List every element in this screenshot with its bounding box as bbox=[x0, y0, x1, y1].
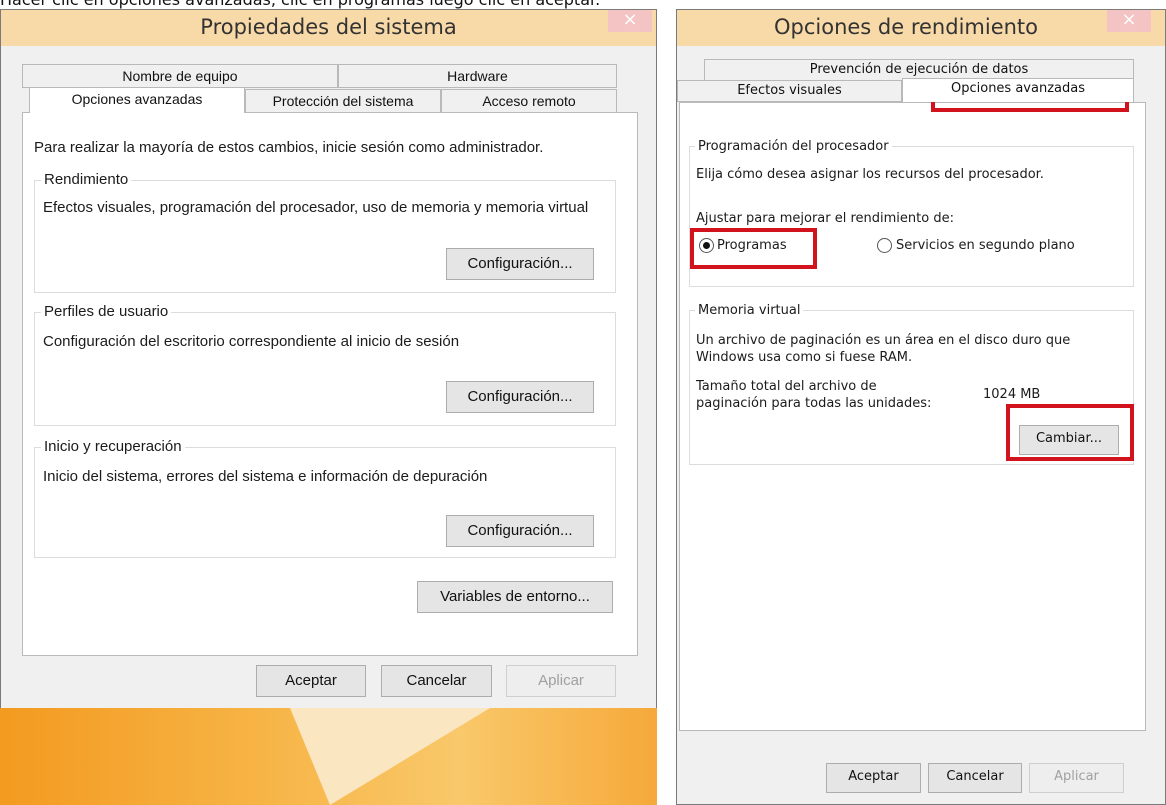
startup-recovery-group: Inicio y recuperación Inicio del sistema… bbox=[34, 438, 616, 558]
performance-settings-button[interactable]: Configuración... bbox=[446, 248, 594, 280]
performance-window-title: Opciones de rendimiento bbox=[773, 15, 1039, 39]
user-profiles-settings-button[interactable]: Configuración... bbox=[446, 381, 594, 413]
page-file-total-value: 1024 MB bbox=[983, 387, 1041, 402]
title-bar-performance[interactable]: Opciones de rendimiento × bbox=[677, 10, 1165, 46]
processor-scheduling-label: Programación del procesador bbox=[695, 138, 892, 155]
system-properties-window: Propiedades del sistema × Nombre de equi… bbox=[0, 9, 657, 805]
performance-description: Efectos visuales, programación del proce… bbox=[43, 199, 589, 216]
close-icon[interactable]: × bbox=[608, 10, 652, 32]
performance-label: Rendimiento bbox=[41, 171, 132, 189]
highlight-programs-option bbox=[690, 228, 817, 269]
virtual-memory-label: Memoria virtual bbox=[695, 302, 804, 319]
instruction-caption: Hacer clic en opciones avanzadas, clic e… bbox=[0, 0, 1166, 9]
tab-proteccion-del-sistema[interactable]: Protección del sistema bbox=[245, 89, 441, 113]
user-profiles-description: Configuración del escritorio correspondi… bbox=[43, 333, 460, 350]
advanced-options-panel: Para realizar la mayoría de estos cambio… bbox=[22, 112, 638, 656]
user-profiles-group: Perfiles de usuario Configuración del es… bbox=[34, 303, 616, 426]
startup-recovery-label: Inicio y recuperación bbox=[41, 438, 185, 456]
tab-acceso-remoto[interactable]: Acceso remoto bbox=[441, 89, 617, 113]
radio-background-services[interactable] bbox=[877, 238, 892, 253]
window-title: Propiedades del sistema bbox=[200, 15, 457, 39]
tab-opciones-avanzadas-perf[interactable]: Opciones avanzadas bbox=[902, 78, 1134, 102]
tab-hardware[interactable]: Hardware bbox=[338, 64, 617, 88]
admin-note: Para realizar la mayoría de estos cambio… bbox=[34, 139, 544, 156]
environment-variables-button[interactable]: Variables de entorno... bbox=[417, 581, 613, 613]
title-bar[interactable]: Propiedades del sistema × bbox=[1, 10, 656, 46]
startup-recovery-settings-button[interactable]: Configuración... bbox=[446, 515, 594, 547]
ok-button[interactable]: Aceptar bbox=[256, 665, 366, 697]
background-services-label[interactable]: Servicios en segundo plano bbox=[896, 237, 1075, 254]
perf-apply-button[interactable]: Aplicar bbox=[1029, 763, 1124, 793]
tab-nombre-de-equipo[interactable]: Nombre de equipo bbox=[22, 64, 338, 88]
processor-description: Elija cómo desea asignar los recursos de… bbox=[696, 167, 1044, 182]
desktop-wallpaper bbox=[0, 708, 657, 805]
page-file-total-label-line2: paginación para todas las unidades: bbox=[696, 396, 932, 411]
adjust-label: Ajustar para mejorar el rendimiento de: bbox=[696, 211, 954, 226]
performance-group: Rendimiento Efectos visuales, programaci… bbox=[34, 171, 616, 293]
user-profiles-label: Perfiles de usuario bbox=[41, 303, 172, 321]
highlight-change-button bbox=[1006, 404, 1134, 461]
cancel-button[interactable]: Cancelar bbox=[381, 665, 492, 697]
tab-opciones-avanzadas[interactable]: Opciones avanzadas bbox=[29, 87, 245, 113]
virtual-memory-description: Un archivo de paginación es un área en e… bbox=[696, 333, 1071, 365]
startup-recovery-description: Inicio del sistema, errores del sistema … bbox=[43, 468, 488, 485]
wallpaper-shape bbox=[290, 708, 490, 805]
apply-button[interactable]: Aplicar bbox=[506, 665, 616, 697]
perf-cancel-button[interactable]: Cancelar bbox=[928, 763, 1022, 793]
tab-efectos-visuales[interactable]: Efectos visuales bbox=[677, 80, 902, 102]
page-file-total-label-line1: Tamaño total del archivo de bbox=[696, 379, 877, 394]
perf-ok-button[interactable]: Aceptar bbox=[826, 763, 921, 793]
close-icon[interactable]: × bbox=[1107, 10, 1151, 32]
